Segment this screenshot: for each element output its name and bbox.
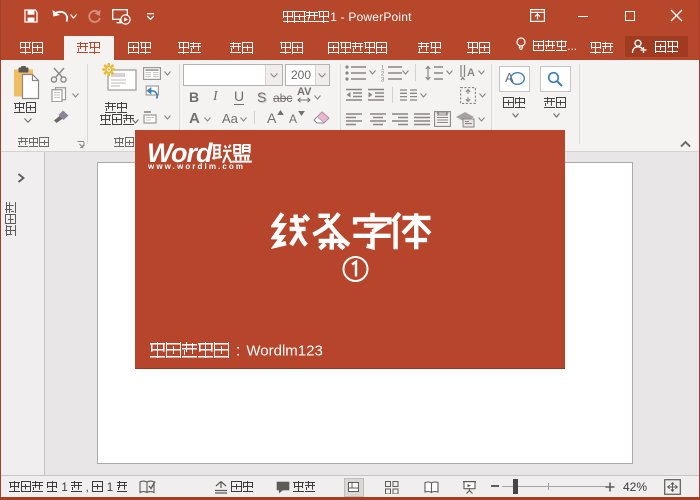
svg-text:A: A <box>467 67 475 79</box>
svg-text:3: 3 <box>381 78 385 83</box>
